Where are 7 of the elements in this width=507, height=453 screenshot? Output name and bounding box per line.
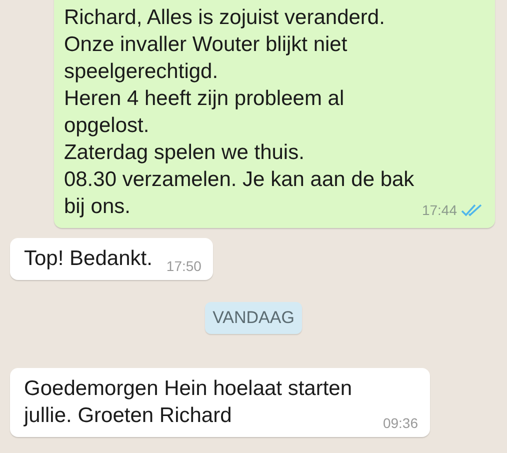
date-chip: VANDAAG [204, 302, 302, 334]
message-time: 17:44 [422, 202, 457, 218]
message-time: 17:50 [166, 258, 202, 274]
message-text: Goedemorgen Hein hoelaat starten jullie. Groeten Richard [24, 376, 354, 429]
message-text: Top! Bedankt. [24, 246, 152, 272]
message-time: 09:36 [382, 415, 418, 431]
message-text: Richard, Alles is zojuist veranderd. Onze invaller Wouter blijkt niet speelgerechtigd. Heren 4 heeft zijn probleem al opgelost. Zaterdag spelen we thuis. 08.30 verzamelen. Je kan aan de bak bij ons. [64, 5, 416, 220]
